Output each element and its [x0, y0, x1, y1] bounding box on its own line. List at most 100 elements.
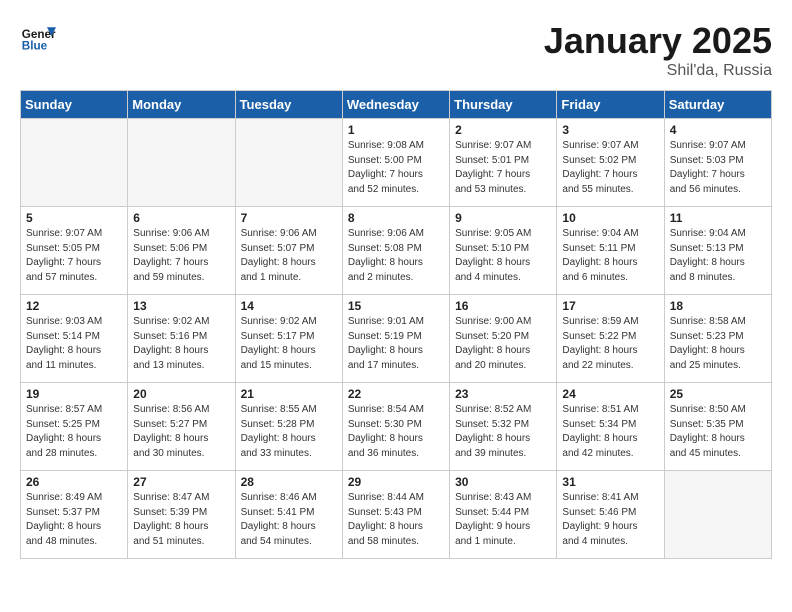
- calendar-cell: [235, 119, 342, 207]
- day-number: 26: [26, 475, 122, 489]
- day-info: Sunrise: 9:04 AM Sunset: 5:13 PM Dayligh…: [670, 227, 766, 285]
- calendar-cell: 10 Sunrise: 9:04 AM Sunset: 5:11 PM Dayli…: [557, 207, 664, 295]
- day-info: Sunrise: 9:03 AM Sunset: 5:14 PM Dayligh…: [26, 315, 122, 373]
- calendar-cell: 17Sunrise: 8:59 AM Sunset: 5:22 PM Dayli…: [557, 295, 664, 383]
- day-info: Sunrise: 8:51 AM Sunset: 5:34 PM Dayligh…: [562, 403, 658, 461]
- day-number: 7: [241, 211, 337, 225]
- day-info: Sunrise: 9:07 AM Sunset: 5:03 PM Dayligh…: [670, 139, 766, 197]
- day-number: 12: [26, 299, 122, 313]
- day-info: Sunrise: 8:43 AM Sunset: 5:44 PM Dayligh…: [455, 491, 551, 549]
- day-info: Sunrise: 8:54 AM Sunset: 5:30 PM Dayligh…: [348, 403, 444, 461]
- logo-icon: General Blue: [20, 20, 56, 56]
- weekday-header-tuesday: Tuesday: [235, 91, 342, 119]
- calendar-cell: 15 Sunrise: 9:01 AM Sunset: 5:19 PM Dayli…: [342, 295, 449, 383]
- day-number: 9: [455, 211, 551, 225]
- day-info: Sunrise: 8:55 AM Sunset: 5:28 PM Dayligh…: [241, 403, 337, 461]
- calendar-cell: 23Sunrise: 8:52 AM Sunset: 5:32 PM Dayli…: [450, 383, 557, 471]
- day-number: 30: [455, 475, 551, 489]
- day-number: 19: [26, 387, 122, 401]
- day-info: Sunrise: 8:52 AM Sunset: 5:32 PM Dayligh…: [455, 403, 551, 461]
- day-number: 17: [562, 299, 658, 313]
- day-number: 20: [133, 387, 229, 401]
- day-info: Sunrise: 9:05 AM Sunset: 5:10 PM Dayligh…: [455, 227, 551, 285]
- day-info: Sunrise: 8:58 AM Sunset: 5:23 PM Dayligh…: [670, 315, 766, 373]
- day-info: Sunrise: 9:07 AM Sunset: 5:01 PM Dayligh…: [455, 139, 551, 197]
- month-title: January 2025: [544, 20, 772, 62]
- weekday-header-saturday: Saturday: [664, 91, 771, 119]
- calendar-cell: 4 Sunrise: 9:07 AM Sunset: 5:03 PM Daylig…: [664, 119, 771, 207]
- calendar-cell: 7 Sunrise: 9:06 AM Sunset: 5:07 PM Daylig…: [235, 207, 342, 295]
- day-number: 10: [562, 211, 658, 225]
- day-info: Sunrise: 8:49 AM Sunset: 5:37 PM Dayligh…: [26, 491, 122, 549]
- day-number: 4: [670, 123, 766, 137]
- day-number: 18: [670, 299, 766, 313]
- calendar-cell: 5Sunrise: 9:07 AM Sunset: 5:05 PM Daylig…: [21, 207, 128, 295]
- calendar-cell: 2 Sunrise: 9:07 AM Sunset: 5:01 PM Daylig…: [450, 119, 557, 207]
- day-number: 1: [348, 123, 444, 137]
- day-info: Sunrise: 8:56 AM Sunset: 5:27 PM Dayligh…: [133, 403, 229, 461]
- calendar-cell: 19 Sunrise: 8:57 AM Sunset: 5:25 PM Dayli…: [21, 383, 128, 471]
- day-number: 25: [670, 387, 766, 401]
- day-number: 3: [562, 123, 658, 137]
- calendar-cell: 8 Sunrise: 9:06 AM Sunset: 5:08 PM Daylig…: [342, 207, 449, 295]
- weekday-header-sunday: Sunday: [21, 91, 128, 119]
- weekday-header-thursday: Thursday: [450, 91, 557, 119]
- day-number: 11: [670, 211, 766, 225]
- calendar-cell: [128, 119, 235, 207]
- calendar-cell: 13Sunrise: 9:02 AM Sunset: 5:16 PM Dayli…: [128, 295, 235, 383]
- day-info: Sunrise: 9:07 AM Sunset: 5:02 PM Dayligh…: [562, 139, 658, 197]
- day-info: Sunrise: 9:01 AM Sunset: 5:19 PM Dayligh…: [348, 315, 444, 373]
- title-block: January 2025 Shil'da, Russia: [544, 20, 772, 80]
- day-number: 16: [455, 299, 551, 313]
- day-number: 29: [348, 475, 444, 489]
- day-info: Sunrise: 9:02 AM Sunset: 5:17 PM Dayligh…: [241, 315, 337, 373]
- calendar-cell: 27Sunrise: 8:47 AM Sunset: 5:39 PM Dayli…: [128, 471, 235, 559]
- day-info: Sunrise: 9:04 AM Sunset: 5:11 PM Dayligh…: [562, 227, 658, 285]
- day-number: 27: [133, 475, 229, 489]
- calendar-week-5: 26 Sunrise: 8:49 AM Sunset: 5:37 PM Dayli…: [21, 471, 772, 559]
- calendar-cell: 14Sunrise: 9:02 AM Sunset: 5:17 PM Dayli…: [235, 295, 342, 383]
- location-subtitle: Shil'da, Russia: [544, 62, 772, 80]
- day-info: Sunrise: 9:08 AM Sunset: 5:00 PM Dayligh…: [348, 139, 444, 197]
- calendar-cell: 12 Sunrise: 9:03 AM Sunset: 5:14 PM Dayli…: [21, 295, 128, 383]
- day-number: 15: [348, 299, 444, 313]
- calendar-cell: 22 Sunrise: 8:54 AM Sunset: 5:30 PM Dayli…: [342, 383, 449, 471]
- day-info: Sunrise: 8:50 AM Sunset: 5:35 PM Dayligh…: [670, 403, 766, 461]
- calendar-cell: 30 Sunrise: 8:43 AM Sunset: 5:44 PM Dayli…: [450, 471, 557, 559]
- calendar-week-4: 19 Sunrise: 8:57 AM Sunset: 5:25 PM Dayli…: [21, 383, 772, 471]
- calendar-cell: [664, 471, 771, 559]
- day-number: 28: [241, 475, 337, 489]
- calendar-cell: 20 Sunrise: 8:56 AM Sunset: 5:27 PM Dayli…: [128, 383, 235, 471]
- day-info: Sunrise: 9:06 AM Sunset: 5:07 PM Dayligh…: [241, 227, 337, 285]
- day-info: Sunrise: 9:02 AM Sunset: 5:16 PM Dayligh…: [133, 315, 229, 373]
- day-number: 24: [562, 387, 658, 401]
- day-number: 2: [455, 123, 551, 137]
- calendar-cell: 16Sunrise: 9:00 AM Sunset: 5:20 PM Dayli…: [450, 295, 557, 383]
- day-info: Sunrise: 8:46 AM Sunset: 5:41 PM Dayligh…: [241, 491, 337, 549]
- day-info: Sunrise: 8:57 AM Sunset: 5:25 PM Dayligh…: [26, 403, 122, 461]
- day-info: Sunrise: 9:06 AM Sunset: 5:08 PM Dayligh…: [348, 227, 444, 285]
- weekday-header-friday: Friday: [557, 91, 664, 119]
- calendar-cell: 1 Sunrise: 9:08 AM Sunset: 5:00 PM Daylig…: [342, 119, 449, 207]
- day-info: Sunrise: 8:41 AM Sunset: 5:46 PM Dayligh…: [562, 491, 658, 549]
- day-number: 22: [348, 387, 444, 401]
- calendar-cell: [21, 119, 128, 207]
- calendar-cell: 6Sunrise: 9:06 AM Sunset: 5:06 PM Daylig…: [128, 207, 235, 295]
- calendar-cell: 21Sunrise: 8:55 AM Sunset: 5:28 PM Dayli…: [235, 383, 342, 471]
- calendar-table: SundayMondayTuesdayWednesdayThursdayFrid…: [20, 90, 772, 559]
- calendar-week-1: 1 Sunrise: 9:08 AM Sunset: 5:00 PM Daylig…: [21, 119, 772, 207]
- calendar-cell: 11 Sunrise: 9:04 AM Sunset: 5:13 PM Dayli…: [664, 207, 771, 295]
- day-number: 8: [348, 211, 444, 225]
- calendar-cell: 29Sunrise: 8:44 AM Sunset: 5:43 PM Dayli…: [342, 471, 449, 559]
- calendar-week-3: 12 Sunrise: 9:03 AM Sunset: 5:14 PM Dayli…: [21, 295, 772, 383]
- day-info: Sunrise: 9:06 AM Sunset: 5:06 PM Dayligh…: [133, 227, 229, 285]
- weekday-header-monday: Monday: [128, 91, 235, 119]
- svg-text:Blue: Blue: [22, 40, 48, 53]
- calendar-cell: 26 Sunrise: 8:49 AM Sunset: 5:37 PM Dayli…: [21, 471, 128, 559]
- calendar-cell: 31 Sunrise: 8:41 AM Sunset: 5:46 PM Dayli…: [557, 471, 664, 559]
- calendar-cell: 25 Sunrise: 8:50 AM Sunset: 5:35 PM Dayli…: [664, 383, 771, 471]
- day-number: 31: [562, 475, 658, 489]
- weekday-header-row: SundayMondayTuesdayWednesdayThursdayFrid…: [21, 91, 772, 119]
- weekday-header-wednesday: Wednesday: [342, 91, 449, 119]
- logo: General Blue: [20, 20, 56, 56]
